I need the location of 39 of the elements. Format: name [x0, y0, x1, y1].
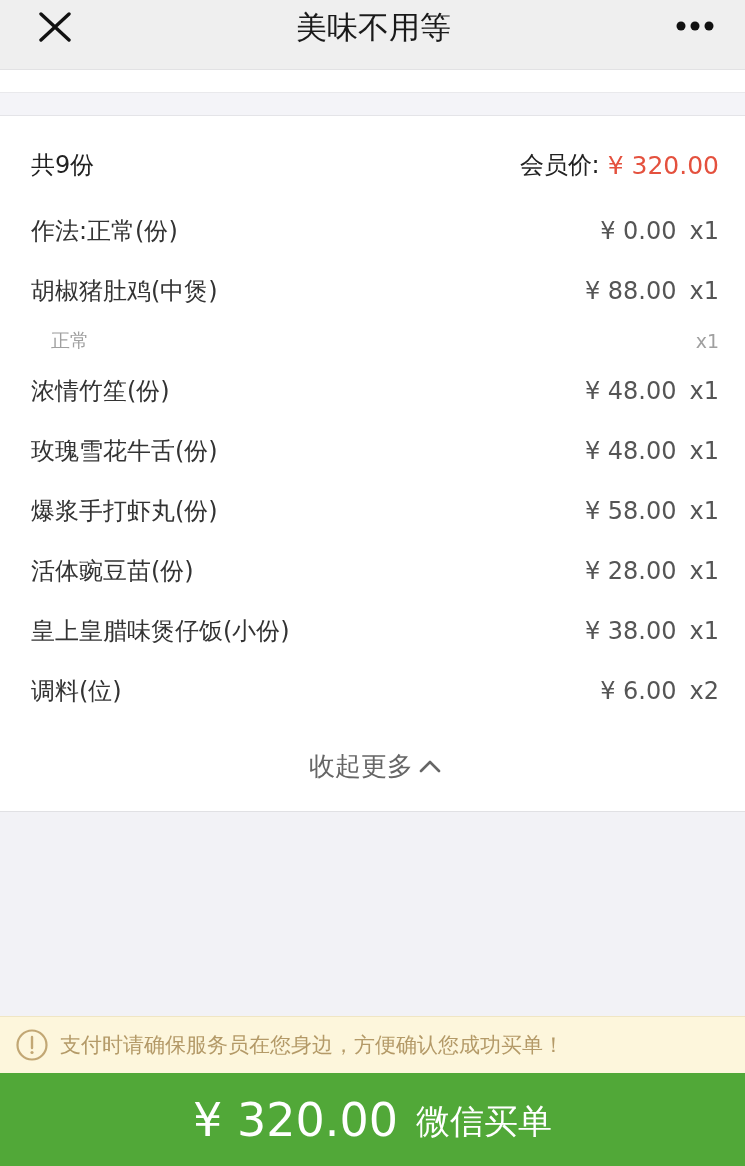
dish-name: 调料(位): [31, 676, 122, 707]
dish-quantity: x1: [689, 617, 719, 645]
member-price-label: 会员价:: [519, 150, 600, 181]
member-price: ¥ 320.00: [607, 150, 719, 180]
close-button[interactable]: [39, 12, 71, 42]
dish-name: 活体豌豆苗(份): [31, 556, 194, 587]
warning-icon: [16, 1029, 48, 1061]
page-title: 美味不用等: [296, 9, 451, 47]
dish-name: 作法:正常(份): [31, 216, 178, 247]
dish-quantity: x1: [689, 377, 719, 405]
more-icon: [676, 21, 714, 31]
dish-quantity: x1: [689, 217, 719, 245]
dish-quantity: x2: [689, 677, 719, 705]
dish-price: ¥ 28.00: [584, 557, 677, 585]
dish-name: 胡椒猪肚鸡(中煲): [31, 276, 218, 307]
caret-icon: [419, 759, 441, 773]
dish-price: ¥ 0.00: [600, 217, 677, 245]
dish-price: ¥ 48.00: [584, 377, 677, 405]
option-name: 正常: [51, 328, 89, 353]
dish-quantity: x1: [689, 277, 719, 305]
dish-quantity: x1: [689, 497, 719, 525]
more-button[interactable]: [676, 21, 714, 31]
dish-price: ¥ 48.00: [584, 437, 677, 465]
dish-name: 皇上皇腊味煲仔饭(小份): [31, 616, 290, 647]
dish-name: 浓情竹笙(份): [31, 376, 170, 407]
dish-quantity: x1: [689, 557, 719, 585]
close-icon: [39, 12, 71, 42]
dish-price: ¥ 88.00: [584, 277, 677, 305]
collapse-toggle[interactable]: 收起更多: [309, 748, 441, 784]
dish-quantity: x1: [689, 437, 719, 465]
dish-name: 玫瑰雪花牛舌(份): [31, 436, 218, 467]
dish-name: 爆浆手打虾丸(份): [31, 496, 218, 527]
notice-text: 支付时请确保服务员在您身边，方便确认您成功买单！: [60, 1032, 564, 1059]
dish-price: ¥ 58.00: [584, 497, 677, 525]
item-count: 共9份: [31, 150, 95, 181]
dish-price: ¥ 6.00: [600, 677, 677, 705]
pay-button[interactable]: ¥ 320.00 微信买单: [0, 1073, 745, 1166]
option-quantity: x1: [695, 330, 719, 352]
dish-price: ¥ 38.00: [584, 617, 677, 645]
